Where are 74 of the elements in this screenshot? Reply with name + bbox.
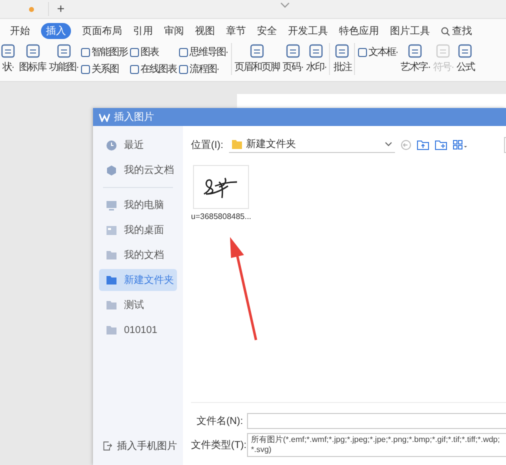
sidebar-item[interactable]: 我的电脑 [99,194,177,216]
toolbar-button[interactable]: 状· [0,43,16,74]
toolbar-icon [457,43,474,59]
ribbon-tab[interactable]: 审阅 [164,23,184,39]
ribbon-tab[interactable]: 引用 [133,23,153,39]
toolbar-button[interactable]: 公式 [456,43,474,74]
ribbon-tab[interactable]: 开始 [10,23,30,39]
folder-icon [106,300,117,310]
ribbon-tab[interactable]: 安全 [257,23,277,39]
toolbar-icon [0,43,16,59]
dot-icon [29,6,34,12]
location-label: 位置(I): [191,138,224,152]
clock-icon [106,140,117,150]
folder-icon [232,139,242,149]
filename-field[interactable] [247,413,506,429]
ribbon-tab[interactable]: 插入 [41,23,71,39]
toolbar-button[interactable]: 功能图· [49,43,78,74]
ribbon-tab[interactable]: 查找 [441,23,472,39]
ribbon-tab[interactable]: 章节 [226,23,246,39]
toolbar-icon [334,43,350,59]
insert-mobile-image-button[interactable]: 插入手机图片 [99,439,177,453]
toolbar-button[interactable]: 智能图形 [81,45,128,59]
toolbar-button[interactable]: 关系图 [81,62,128,76]
sidebar-item[interactable]: 我的桌面 [99,219,177,241]
filename-label: 文件名(N): [195,414,243,428]
ribbon-tab[interactable]: 特色应用 [339,23,379,39]
toolbar-button[interactable]: 在线图表 [130,62,176,76]
sidebar-item[interactable]: 010101 [99,319,177,341]
monitor-icon [106,200,117,210]
sidebar-item[interactable]: 最近 [99,134,177,156]
toolbar-button[interactable]: 文本框· [358,45,398,59]
new-tab-button[interactable]: + [48,2,65,16]
sidebar-item[interactable]: 我的云文档 [99,159,177,181]
signature-thumbnail[interactable] [193,165,249,209]
view-grid-icon[interactable] [453,140,468,150]
ribbon-tab[interactable]: 图片工具 [390,23,430,39]
toolbar-icon [407,43,424,59]
new-folder-icon[interactable] [435,140,448,150]
toolbar-button[interactable]: 思维导图· [179,45,228,59]
ribbon-tab[interactable]: 页面布局 [82,23,122,39]
toolbar-button[interactable]: 批注 [333,43,352,74]
desktop-icon [106,224,117,236]
folder-icon [106,250,117,260]
phone-arrow-icon [103,440,112,452]
toolbar-button[interactable]: 流程图· [179,62,228,76]
folder-icon [106,325,117,335]
toolbar-icon [358,48,368,56]
toolbar-button[interactable]: 水印· [306,43,326,74]
location-dropdown[interactable]: 新建文件夹 [229,136,396,153]
logo-icon [99,112,110,122]
toolbar-icon [56,43,72,59]
toolbar-icon [435,43,452,59]
search-icon [441,26,450,36]
toolbar-button[interactable]: 图标库 [19,43,46,74]
chevron-icon [385,142,392,146]
toolbar-button[interactable]: 艺术字· [400,43,430,74]
sidebar-item[interactable]: 我的文档 [99,244,177,266]
chevron-icon[interactable] [280,2,290,8]
filetype-dropdown[interactable]: 所有图片(*.emf;*.wmf;*.jpg;*.jpeg;*.jpe;*.png;*.bmp;*.gif;*.tif;*.tiff;*.wdp;*.svg) [247,433,506,457]
toolbar-icon [284,43,301,59]
toolbar-icon [308,43,324,59]
hexagon-icon [106,164,117,176]
toolbar-icon [24,43,40,59]
toolbar-button[interactable]: 页眉和页脚 [234,43,280,74]
file-name: u=3685808485... [191,212,252,221]
toolbar-icon [249,43,266,59]
dialog-title: 插入图片 [114,110,154,124]
folder-icon [106,275,117,285]
toolbar-button[interactable]: 页码· [282,43,304,74]
ribbon-tab[interactable]: 视图 [195,23,215,39]
ribbon-tab[interactable]: 开发工具 [288,23,328,39]
toolbar-button[interactable]: 图表 [130,45,176,59]
folder-up-icon[interactable] [417,140,430,150]
sidebar-item[interactable]: 测试 [99,294,177,316]
